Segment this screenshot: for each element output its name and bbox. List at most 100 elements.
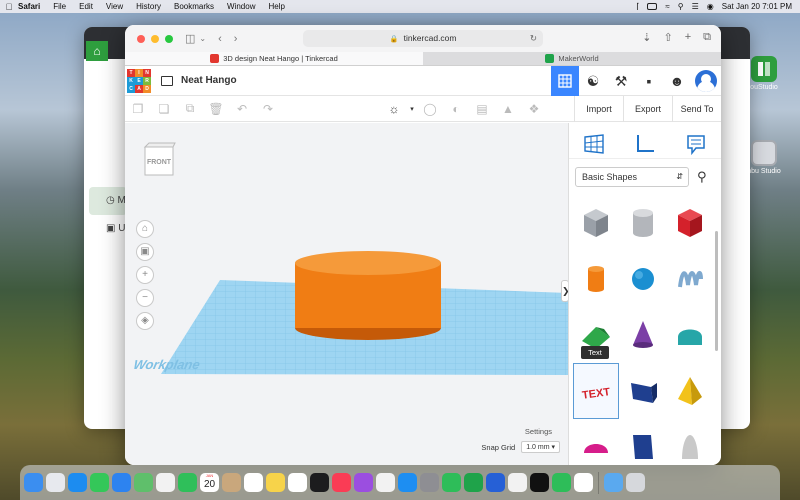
menu-view[interactable]: View [106, 2, 123, 11]
design-list-icon[interactable] [161, 75, 173, 86]
dock-downloads-icon[interactable] [604, 473, 623, 492]
align-icon[interactable]: ▤ [469, 102, 495, 116]
forward-icon[interactable]: › [234, 33, 238, 45]
ruler-icon[interactable] [634, 133, 656, 155]
shape-paraboloid[interactable] [667, 419, 713, 465]
close-window-button[interactable] [137, 34, 145, 43]
dock-podcasts-icon[interactable] [354, 473, 373, 492]
menu-window[interactable]: Window [227, 2, 255, 11]
shape-library-select[interactable]: Basic Shapes ⇵ [575, 167, 689, 187]
reload-icon[interactable]: ↻ [530, 30, 537, 47]
dock-safari-icon[interactable] [68, 473, 87, 492]
lightbulb-icon[interactable]: ☼ [381, 102, 407, 116]
dock-numbers-icon[interactable] [442, 473, 461, 492]
group-icon[interactable]: ◯ [417, 102, 443, 116]
send-to-button[interactable]: Send To [672, 96, 721, 122]
control-center-icon[interactable]: ☰ [692, 2, 699, 11]
avatar[interactable] [695, 70, 717, 92]
blocks-button[interactable]: ☯ [579, 66, 607, 96]
copy-icon[interactable]: ❐ [125, 102, 151, 116]
dock-contacts-icon[interactable] [222, 473, 241, 492]
shape-scribble[interactable] [667, 251, 713, 307]
menu-help[interactable]: Help [268, 2, 284, 11]
shape-box[interactable] [667, 195, 713, 251]
sidebar-item-recent[interactable]: ◷ M [106, 195, 126, 206]
sidebar-item-uploads[interactable]: ▣ U [106, 223, 125, 234]
duplicate-icon[interactable]: ⧉ [177, 101, 203, 116]
import-button[interactable]: Import [574, 96, 623, 122]
dock-bambu-icon[interactable] [464, 473, 483, 492]
tab-makerworld[interactable]: MakerWorld [423, 52, 721, 65]
shape-wedge[interactable] [620, 363, 666, 419]
shape-round-roof[interactable] [667, 307, 713, 363]
lego-button[interactable]: ▪ [635, 66, 663, 96]
cruise-icon[interactable]: ❖ [521, 102, 547, 116]
3d-view-button[interactable] [551, 66, 579, 96]
minimize-window-button[interactable] [151, 34, 159, 43]
menu-history[interactable]: History [136, 2, 161, 11]
shape-text[interactable]: TEXT [573, 363, 619, 419]
workplane-canvas[interactable]: FRONT ⌂ ▣ + − ◈ Workplane Settings Snap … [125, 123, 568, 465]
shape-cylinder[interactable] [573, 251, 619, 307]
dock-facetime-icon[interactable] [178, 473, 197, 492]
search-icon[interactable]: ⚲ [678, 2, 684, 11]
back-icon[interactable]: ‹ [218, 33, 222, 45]
bluetooth-icon[interactable]: ⌈ [636, 2, 639, 11]
battery-icon[interactable] [647, 3, 658, 10]
undo-icon[interactable]: ↶ [229, 102, 255, 116]
shape-half-sphere[interactable] [573, 419, 619, 465]
cylinder-shape[interactable] [295, 251, 441, 340]
share-icon[interactable]: ⇧ [663, 31, 672, 44]
clock[interactable]: Sat Jan 20 7:01 PM [722, 2, 792, 11]
shape-cone[interactable] [620, 307, 666, 363]
search-icon[interactable]: ⚲ [697, 169, 707, 185]
shape-sphere[interactable] [620, 251, 666, 307]
dock-calendar-icon[interactable]: JAN 20 [200, 473, 219, 492]
dock-finder-icon[interactable] [24, 473, 43, 492]
dock-appletv-icon[interactable] [310, 473, 329, 492]
dock-messages-icon[interactable] [90, 473, 109, 492]
dock-news-icon[interactable] [376, 473, 395, 492]
dock-reminders-icon[interactable] [244, 473, 263, 492]
dock-appstore-icon[interactable] [398, 473, 417, 492]
shape-pyramid[interactable] [667, 363, 713, 419]
shape-cylinder-striped[interactable] [620, 195, 666, 251]
chevron-down-icon[interactable]: ⌄ [199, 34, 206, 43]
sidebar-toggle-icon[interactable]: ◫ [185, 32, 195, 45]
menu-edit[interactable]: Edit [79, 2, 93, 11]
shape-box-striped[interactable] [573, 195, 619, 251]
address-bar[interactable]: 🔒 tinkercad.com ↻ [303, 30, 543, 47]
delete-icon[interactable]: 🗑 [203, 102, 229, 116]
zoom-window-button[interactable] [165, 34, 173, 43]
tab-tinkercad[interactable]: 3D design Neat Hango | Tinkercad [125, 52, 423, 65]
home-icon[interactable]: ⌂ [86, 41, 108, 61]
tinkercad-logo[interactable]: TINKERCAD [127, 68, 151, 93]
mirror-icon[interactable]: ▲ [495, 102, 521, 116]
siri-icon[interactable]: ◉ [707, 2, 714, 11]
dock-mail-icon[interactable] [112, 473, 131, 492]
tab-overview-icon[interactable]: ⧉ [703, 31, 711, 44]
ungroup-icon[interactable]: ◐ [443, 102, 469, 116]
dock-trash-icon[interactable] [626, 473, 645, 492]
new-tab-icon[interactable]: + [685, 31, 691, 44]
apple-icon[interactable]:  [0, 2, 18, 12]
redo-icon[interactable]: ↷ [255, 102, 281, 116]
downloads-icon[interactable]: ⇣ [642, 31, 651, 44]
export-button[interactable]: Export [623, 96, 672, 122]
dock-tinkercad-icon[interactable] [574, 473, 593, 492]
shape-box-tall[interactable] [620, 419, 666, 465]
dock-freeform-icon[interactable] [288, 473, 307, 492]
dock-launchpad-icon[interactable] [46, 473, 65, 492]
dock-numbers2-icon[interactable] [552, 473, 571, 492]
bricks-button[interactable]: ⚒ [607, 66, 635, 96]
paste-icon[interactable]: ❏ [151, 102, 177, 116]
dock-music-icon[interactable] [332, 473, 351, 492]
dock-notes-icon[interactable] [266, 473, 285, 492]
wifi-icon[interactable]: ≈ [665, 2, 669, 11]
dock-chrome-icon[interactable] [508, 473, 527, 492]
notes-icon[interactable] [685, 133, 707, 155]
add-user-button[interactable]: ☻ [663, 66, 691, 96]
panel-scrollbar[interactable] [715, 231, 718, 351]
project-name[interactable]: Neat Hango [181, 75, 237, 86]
dock-maps-icon[interactable] [134, 473, 153, 492]
